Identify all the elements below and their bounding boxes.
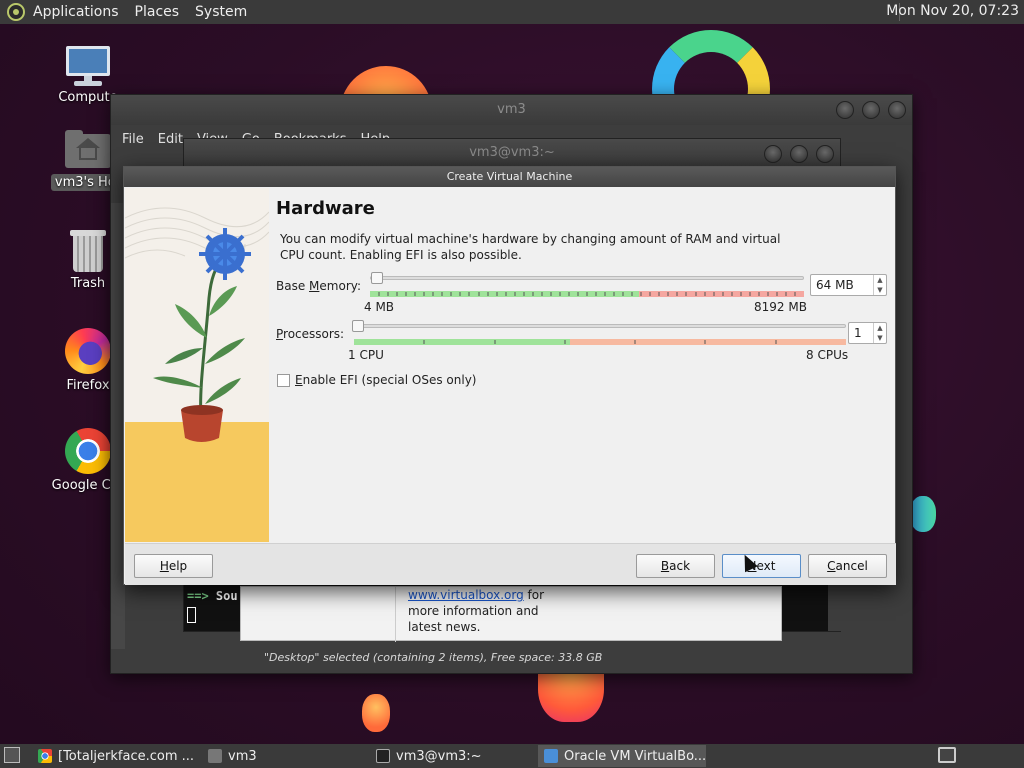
dialog-button-bar: Help Back Next Cancel bbox=[125, 543, 896, 585]
terminal-prompt: ==> bbox=[187, 589, 209, 603]
help-button[interactable]: Help bbox=[134, 554, 213, 578]
memory-scale-bar bbox=[370, 291, 804, 297]
show-desktop-icon[interactable] bbox=[4, 747, 20, 763]
cpu-value: 1 bbox=[854, 326, 862, 340]
minimize-button[interactable] bbox=[764, 145, 782, 163]
virtualbox-link[interactable]: www.virtualbox.org bbox=[408, 588, 524, 602]
cpu-scale-bar bbox=[354, 339, 846, 345]
close-button[interactable] bbox=[816, 145, 834, 163]
task-label: [Totaljerkface.com ... bbox=[58, 748, 195, 764]
terminal-cursor bbox=[187, 607, 196, 623]
memory-slider-track[interactable] bbox=[370, 276, 804, 280]
minimize-button[interactable] bbox=[836, 101, 854, 119]
wallpaper-blue-blob bbox=[910, 496, 936, 532]
clock[interactable]: Mon Nov 20, 07:23 bbox=[886, 3, 1019, 19]
terminal-titlebar[interactable]: vm3@vm3:~ bbox=[184, 139, 840, 167]
menu-edit[interactable]: Edit bbox=[158, 132, 183, 147]
back-button[interactable]: Back bbox=[636, 554, 715, 578]
close-button[interactable] bbox=[888, 101, 906, 119]
cpu-spinbox[interactable]: 1 ▲ ▼ bbox=[848, 322, 887, 344]
page-description: You can modify virtual machine's hardwar… bbox=[280, 232, 781, 262]
cpu-min-label: 1 CPU bbox=[348, 348, 384, 362]
create-vm-dialog: Create Virtual Machine Hardware You can … bbox=[123, 166, 896, 585]
memory-slider-handle[interactable] bbox=[371, 272, 383, 284]
over-range bbox=[639, 291, 804, 297]
wizard-content: Hardware You can modify virtual machine'… bbox=[276, 188, 896, 542]
distro-logo-icon[interactable] bbox=[7, 3, 25, 21]
status-bar: "Desktop" selected (containing 2 items),… bbox=[264, 651, 603, 664]
dialog-titlebar[interactable]: Create Virtual Machine bbox=[124, 167, 895, 187]
recommended-range bbox=[354, 339, 570, 345]
memory-max-label: 8192 MB bbox=[754, 300, 807, 314]
news-text: more information and bbox=[408, 604, 539, 618]
memory-spinbox[interactable]: 64 MB ▲ ▼ bbox=[810, 274, 887, 296]
maximize-button[interactable] bbox=[862, 101, 880, 119]
window-title: vm3 bbox=[497, 102, 526, 117]
cpu-max-label: 8 CPUs bbox=[806, 348, 849, 362]
memory-min-label: 4 MB bbox=[364, 300, 395, 314]
trash-icon bbox=[70, 230, 106, 272]
base-memory-label: Base Memory: bbox=[276, 279, 362, 293]
task-label: vm3 bbox=[228, 748, 257, 764]
task-label: vm3@vm3:~ bbox=[396, 748, 482, 764]
task-terminal[interactable]: vm3@vm3:~ bbox=[370, 745, 532, 767]
processors-label: Processors: bbox=[276, 327, 345, 341]
workspace-switcher-icon[interactable] bbox=[938, 747, 956, 763]
terminal-scrollbar[interactable] bbox=[828, 581, 841, 631]
task-chrome[interactable]: [Totaljerkface.com ... bbox=[32, 745, 200, 767]
news-text: for bbox=[523, 588, 545, 602]
memory-scale bbox=[370, 286, 804, 297]
task-virtualbox[interactable]: Oracle VM VirtualBo... bbox=[538, 745, 706, 767]
spin-arrows-icon[interactable]: ▲ ▼ bbox=[873, 275, 886, 295]
cpu-scale bbox=[354, 334, 846, 345]
menu-places[interactable]: Places bbox=[135, 4, 180, 20]
top-panel: Applications Places System Mon Nov 20, 0… bbox=[0, 0, 1024, 24]
cancel-button[interactable]: Cancel bbox=[808, 554, 887, 578]
bottom-taskbar: [Totaljerkface.com ... vm3 vm3@vm3:~ Ora… bbox=[0, 744, 1024, 768]
wallpaper-small-blob bbox=[362, 694, 390, 732]
task-label: Oracle VM VirtualBo... bbox=[564, 748, 706, 764]
firefox-icon bbox=[65, 328, 111, 374]
task-file-manager[interactable]: vm3 bbox=[202, 745, 362, 767]
virtualbox-welcome-panel: www.virtualbox.org for more information … bbox=[240, 586, 782, 642]
menu-applications[interactable]: Applications bbox=[33, 4, 119, 20]
terminal-line: Sou bbox=[215, 589, 238, 603]
cpu-slider-track[interactable] bbox=[354, 324, 846, 328]
menu-file[interactable]: File bbox=[122, 132, 144, 147]
window-title: vm3@vm3:~ bbox=[469, 145, 555, 160]
virtualbox-icon bbox=[544, 749, 558, 763]
over-range bbox=[570, 339, 846, 345]
efi-checkbox[interactable] bbox=[277, 374, 290, 387]
folder-icon bbox=[208, 749, 222, 763]
chrome-icon bbox=[65, 428, 111, 474]
terminal-icon bbox=[376, 749, 390, 763]
wizard-illustration bbox=[125, 188, 269, 542]
welcome-news-text: www.virtualbox.org for more information … bbox=[408, 587, 544, 635]
efi-label[interactable]: Enable EFI (special OSes only) bbox=[295, 373, 476, 387]
chrome-icon bbox=[38, 749, 52, 763]
file-manager-titlebar[interactable]: vm3 bbox=[111, 95, 912, 125]
potted-plant-illustration bbox=[125, 207, 269, 542]
cpu-slider-handle[interactable] bbox=[352, 320, 364, 332]
menu-system[interactable]: System bbox=[195, 4, 247, 20]
spin-arrows-icon[interactable]: ▲ ▼ bbox=[873, 323, 886, 343]
next-button[interactable]: Next bbox=[722, 554, 801, 578]
maximize-button[interactable] bbox=[790, 145, 808, 163]
recommended-range bbox=[370, 291, 639, 297]
page-title: Hardware bbox=[276, 198, 375, 219]
news-text: latest news. bbox=[408, 620, 481, 634]
computer-icon bbox=[64, 46, 112, 86]
memory-value: 64 MB bbox=[816, 278, 854, 292]
home-folder-icon bbox=[65, 130, 111, 170]
